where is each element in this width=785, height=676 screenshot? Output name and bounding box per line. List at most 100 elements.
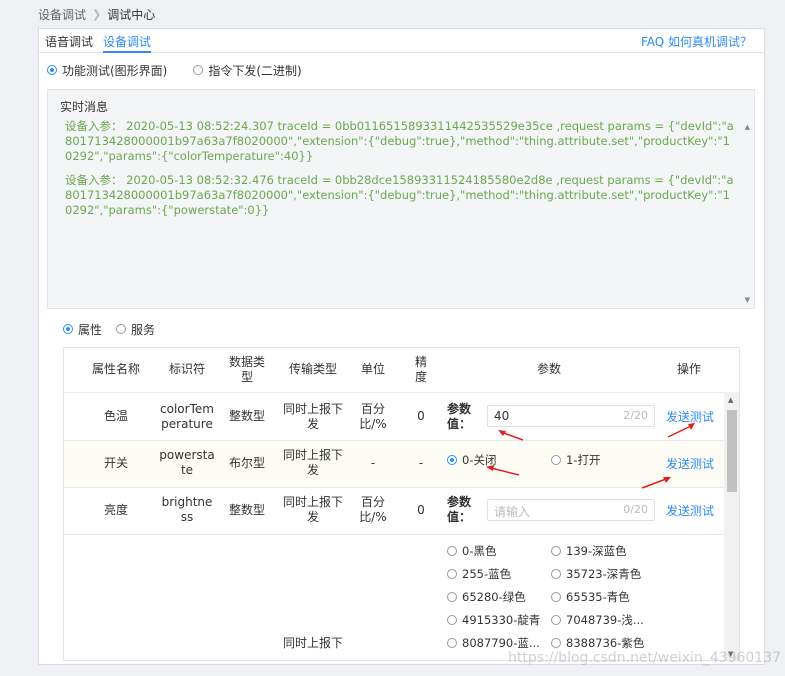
header-actions: 操作 — [676, 362, 701, 376]
option-label: 0-黑色 — [462, 544, 497, 558]
header-identifier: 标识符 — [168, 362, 205, 376]
row-identifier: brightness — [161, 495, 213, 524]
row-unit: 百分比/% — [359, 402, 387, 431]
row-transfer: 同时上报下发 — [282, 448, 343, 477]
annotation-arrow-icon — [641, 477, 671, 489]
annotation-arrow-icon — [486, 465, 520, 476]
debug-panel: 语音调试 设备调试 FAQ 如何真机调试？ 功能测试(图形界面) 指令下发(二进… — [38, 28, 765, 665]
input-placeholder: 请输入 — [494, 505, 531, 519]
row-precision: 0 — [417, 409, 425, 423]
power-on-radio[interactable]: 1-打开 — [551, 452, 600, 468]
radio-checked-icon — [447, 455, 457, 465]
color-option-radio[interactable]: 65535-青色 — [551, 589, 630, 605]
realtime-log-panel: 实时消息 设备入参： 2020-05-13 08:52:24.307 trace… — [47, 89, 755, 309]
color-option-radio[interactable]: 7048739-浅... — [551, 612, 644, 628]
type-service-radio[interactable]: 服务 — [116, 321, 155, 338]
breadcrumb-parent[interactable]: 设备调试 — [38, 6, 86, 23]
breadcrumb-current: 调试中心 — [107, 7, 156, 22]
tab-device-debug[interactable]: 设备调试 — [103, 33, 152, 53]
option-label: 4915330-靛青 — [462, 613, 541, 627]
row-name: 开关 — [103, 456, 128, 470]
mode-select: 功能测试(图形界面) 指令下发(二进制) — [47, 61, 328, 79]
annotation-arrow-icon — [498, 430, 524, 441]
color-option-radio[interactable]: 255-蓝色 — [447, 566, 511, 582]
radio-unchecked-icon — [551, 615, 561, 625]
scrollbar-thumb[interactable] — [727, 410, 737, 492]
row-name: 亮度 — [103, 503, 128, 517]
input-value: 40 — [494, 409, 510, 423]
mode-binary-command-label: 指令下发(二进制) — [208, 63, 302, 78]
faq-link[interactable]: FAQ 如何真机调试？ — [641, 33, 752, 50]
feature-type-select: 属性 服务 — [63, 321, 181, 337]
row-name: 色温 — [103, 409, 128, 423]
radio-unchecked-icon — [447, 615, 457, 625]
scroll-down-icon[interactable]: ▼ — [745, 296, 750, 304]
color-option-radio[interactable]: 139-深蓝色 — [551, 543, 627, 559]
row-unit: 百分比/% — [359, 495, 387, 524]
color-option-radio[interactable]: 4915330-靛青 — [447, 612, 540, 628]
header-datatype: 数据类型 — [228, 355, 265, 384]
table-row: 亮度 brightness 整数型 同时上报下发 百分比/% 0 参数值： 请输… — [64, 487, 724, 534]
header-precision: 精度 — [414, 355, 427, 384]
type-service-label: 服务 — [131, 322, 156, 337]
radio-unchecked-icon — [447, 592, 457, 602]
radio-unchecked-icon — [116, 324, 127, 334]
color-option-radio[interactable]: 35723-深青色 — [551, 566, 641, 582]
radio-checked-icon — [47, 65, 57, 75]
header-transfer: 传输类型 — [288, 362, 337, 376]
option-label: 65280-绿色 — [462, 590, 526, 604]
log-entry: 设备入参： 2020-05-13 08:52:24.307 traceId = … — [65, 119, 734, 163]
radio-checked-icon — [63, 324, 73, 334]
radio-unchecked-icon — [447, 569, 457, 579]
attribute-table: 属性名称 标识符 数据类型 传输类型 单位 精度 参数 操作 色温 colorT… — [63, 347, 740, 661]
color-temperature-input[interactable]: 40 2/20 — [487, 405, 655, 427]
row-precision: 0 — [417, 503, 425, 517]
row-transfer: 同时上报下 — [282, 636, 343, 650]
watermark: https://blog.csdn.net/weixin_43960137 — [508, 650, 782, 666]
send-test-button[interactable]: 发送测试 — [666, 502, 714, 519]
mode-function-test-radio[interactable]: 功能测试(图形界面) — [47, 62, 167, 79]
log-title: 实时消息 — [60, 100, 109, 114]
brightness-input[interactable]: 请输入 0/20 — [487, 499, 655, 521]
radio-unchecked-icon — [193, 65, 204, 75]
chevron-right-icon: ❯ — [92, 7, 102, 21]
annotation-arrow-icon — [667, 423, 695, 438]
row-transfer: 同时上报下发 — [282, 495, 343, 524]
radio-unchecked-icon — [447, 638, 457, 648]
type-attribute-label: 属性 — [78, 322, 103, 337]
mode-binary-command-radio[interactable]: 指令下发(二进制) — [193, 62, 302, 79]
color-option-radio[interactable]: 0-黑色 — [447, 543, 496, 559]
option-label: 35723-深青色 — [566, 567, 642, 581]
radio-unchecked-icon — [551, 569, 561, 579]
row-identifier: powerstate — [159, 448, 215, 477]
option-label: 255-蓝色 — [462, 567, 512, 581]
mode-function-test-label: 功能测试(图形界面) — [62, 63, 168, 78]
color-option-radio[interactable]: 8388736-紫色 — [551, 635, 644, 651]
row-datatype: 布尔型 — [228, 456, 265, 470]
option-label: 8388736-紫色 — [566, 636, 645, 650]
tab-bar: 语音调试 设备调试 FAQ 如何真机调试？ — [39, 29, 764, 53]
param-value-label: 参数值： — [447, 495, 472, 524]
row-precision: - — [418, 456, 424, 470]
option-label: 8087790-蓝... — [462, 636, 540, 650]
color-option-radio[interactable]: 65280-绿色 — [447, 589, 526, 605]
row-unit: - — [370, 456, 376, 470]
option-label: 139-深蓝色 — [566, 544, 627, 558]
char-counter: 0/20 — [623, 503, 648, 516]
header-name: 属性名称 — [91, 362, 140, 376]
log-entry: 设备入参： 2020-05-13 08:52:32.476 traceId = … — [65, 173, 734, 217]
header-params: 参数 — [536, 362, 561, 376]
radio-unchecked-icon — [551, 592, 561, 602]
table-row: 同时上报下 0-黑色 139-深蓝色 255-蓝色 35723-深青色 6528… — [64, 534, 724, 660]
breadcrumb: 设备调试 ❯ 调试中心 — [38, 6, 155, 22]
radio-unchecked-icon — [447, 546, 457, 556]
table-scrollbar[interactable]: ▲ ▼ — [724, 392, 739, 660]
row-identifier: colorTemperature — [160, 402, 214, 431]
type-attribute-radio[interactable]: 属性 — [63, 321, 102, 338]
scroll-up-icon[interactable]: ▲ — [745, 123, 750, 131]
option-label: 1-打开 — [566, 453, 601, 467]
send-test-button[interactable]: 发送测试 — [666, 455, 714, 472]
scroll-up-icon[interactable]: ▲ — [728, 396, 733, 404]
color-option-radio[interactable]: 8087790-蓝... — [447, 635, 540, 651]
tab-voice-debug[interactable]: 语音调试 — [45, 33, 93, 50]
